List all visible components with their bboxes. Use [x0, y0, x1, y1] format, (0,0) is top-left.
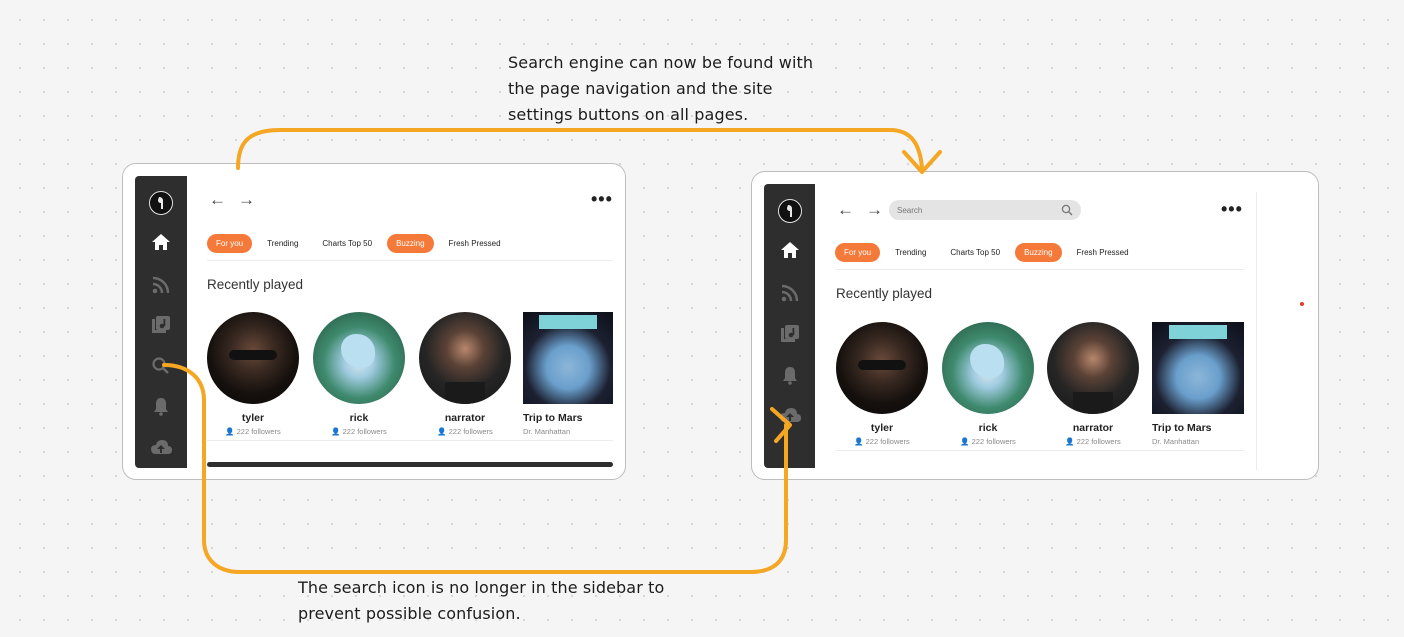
bottom-connector	[162, 363, 788, 574]
top-connector	[236, 128, 924, 170]
connector-arrows	[162, 128, 942, 574]
